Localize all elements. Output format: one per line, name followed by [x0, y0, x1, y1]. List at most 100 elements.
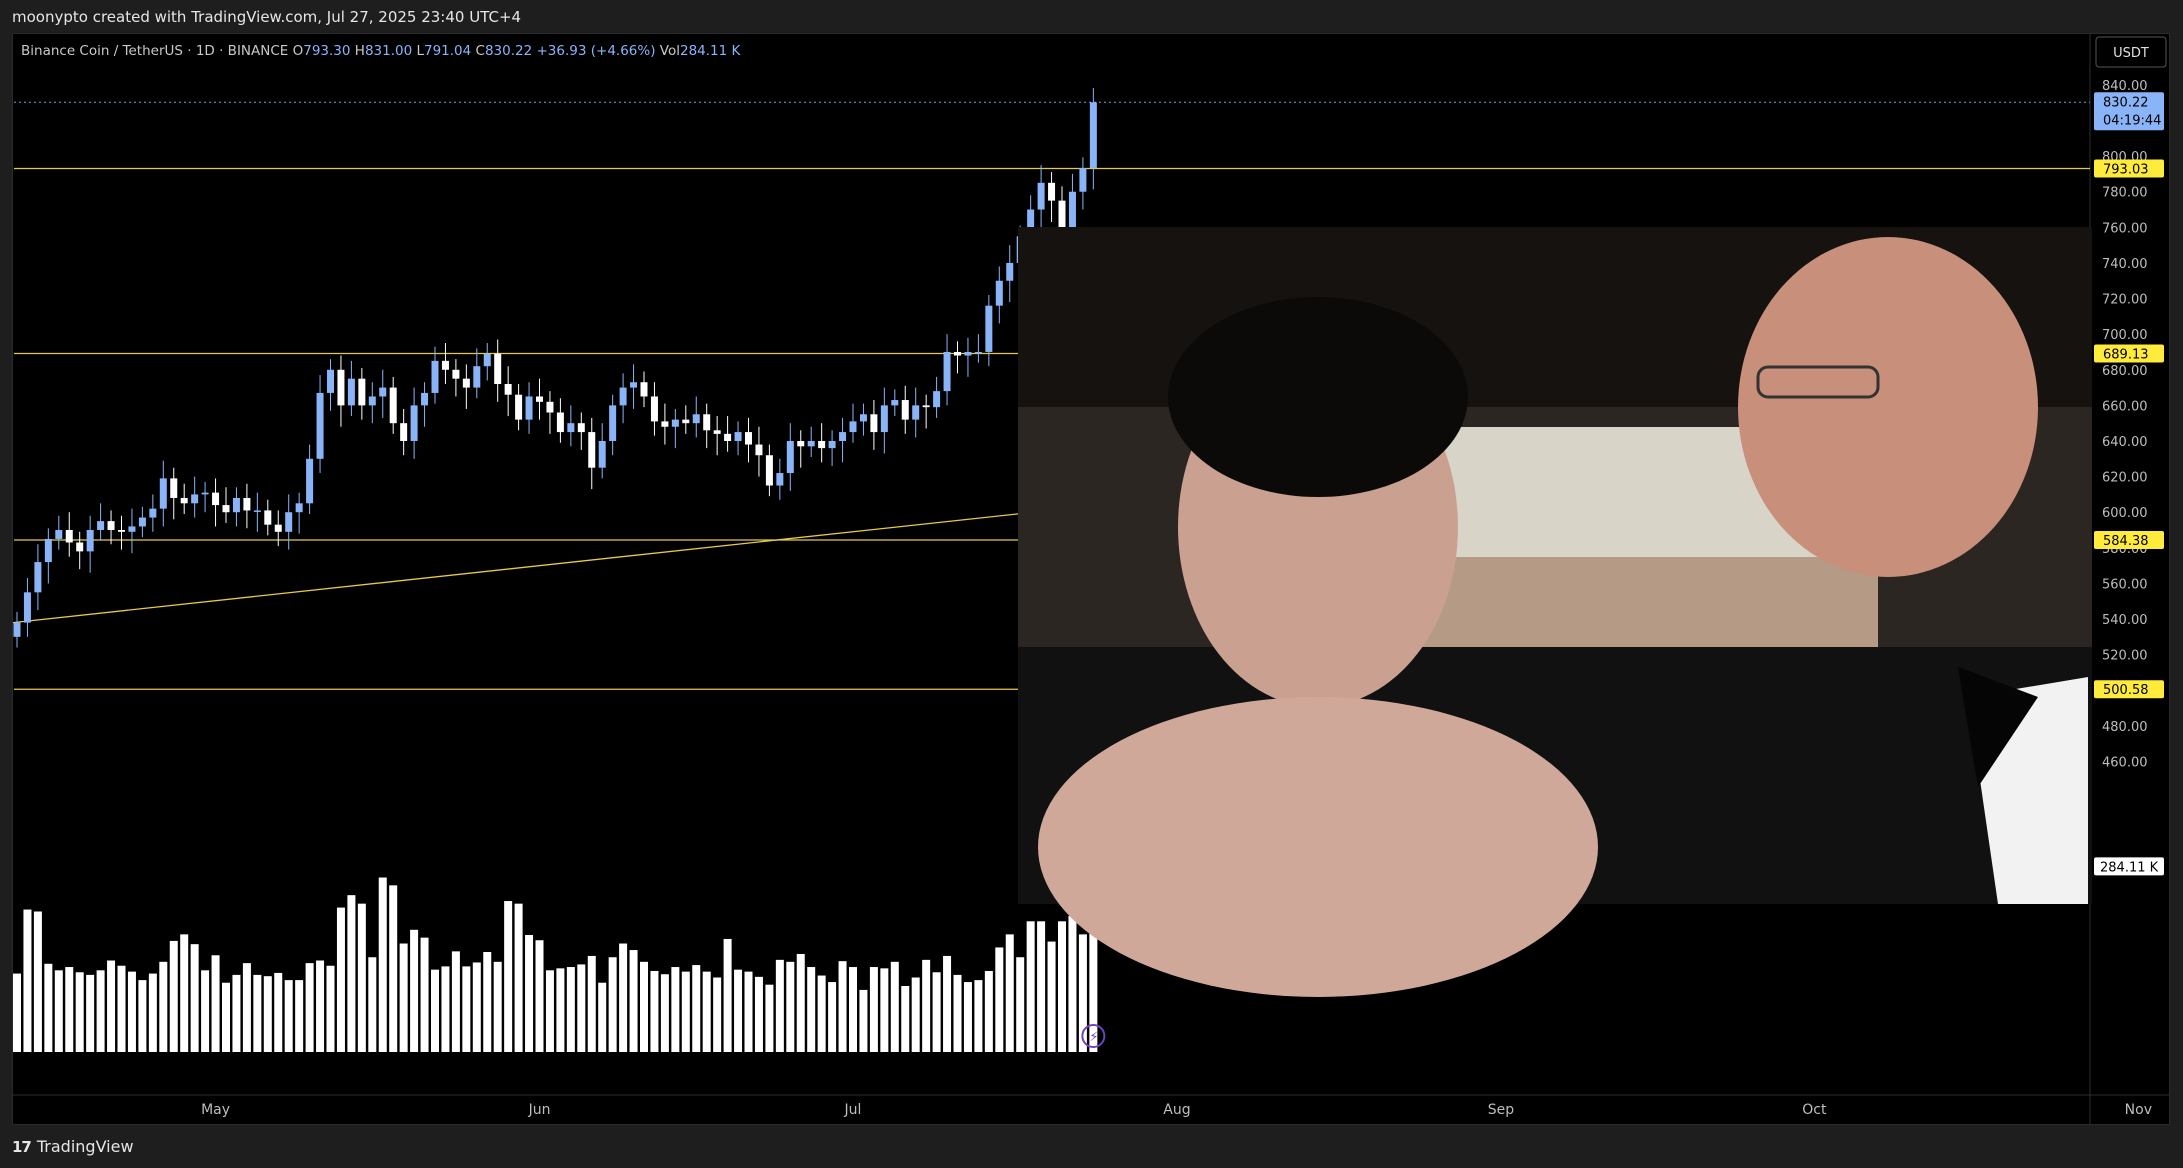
candle-body[interactable]: [232, 497, 240, 513]
candle-body[interactable]: [724, 433, 732, 441]
candle-body[interactable]: [494, 353, 502, 385]
candle-body[interactable]: [1048, 182, 1056, 201]
candle-body[interactable]: [295, 503, 303, 513]
candle-body[interactable]: [828, 440, 836, 449]
candle-body[interactable]: [588, 432, 596, 468]
candle-body[interactable]: [138, 517, 146, 527]
candle-body[interactable]: [222, 505, 230, 513]
candle-body[interactable]: [745, 432, 752, 445]
candle-body[interactable]: [776, 473, 784, 486]
candle-body[interactable]: [452, 369, 460, 379]
candle-body[interactable]: [327, 369, 334, 393]
candle-body[interactable]: [619, 387, 627, 406]
candle-body[interactable]: [713, 430, 721, 434]
candle-body[interactable]: [13, 622, 21, 637]
candle-body[interactable]: [1037, 182, 1045, 210]
candle-body[interactable]: [755, 444, 763, 456]
candle-body[interactable]: [807, 440, 815, 447]
candle-body[interactable]: [410, 405, 418, 441]
candle-body[interactable]: [849, 421, 857, 433]
candle-body[interactable]: [23, 592, 31, 623]
candle-body[interactable]: [661, 421, 669, 427]
candle-body[interactable]: [264, 510, 272, 525]
candle-body[interactable]: [567, 423, 575, 433]
candle-body[interactable]: [891, 400, 899, 406]
candle-body[interactable]: [859, 414, 867, 422]
candle-body[interactable]: [577, 423, 585, 433]
candle-body[interactable]: [692, 414, 700, 424]
candle-body[interactable]: [34, 562, 42, 593]
candle-body[interactable]: [870, 414, 878, 433]
candle-body[interactable]: [316, 392, 324, 459]
candle-body[interactable]: [922, 405, 930, 408]
candle-body[interactable]: [682, 419, 690, 424]
candle-body[interactable]: [974, 351, 982, 354]
candle-body[interactable]: [170, 478, 178, 498]
candle-body[interactable]: [253, 510, 261, 512]
candle-body[interactable]: [912, 405, 920, 420]
candle-body[interactable]: [556, 412, 564, 433]
candle-body[interactable]: [243, 497, 251, 511]
candle-body[interactable]: [201, 492, 209, 495]
candle-body[interactable]: [671, 419, 679, 427]
candle-body[interactable]: [431, 360, 439, 393]
tradingview-logo[interactable]: 17 TradingView: [12, 1137, 134, 1156]
candle-body[interactable]: [118, 530, 125, 532]
candle-body[interactable]: [734, 432, 742, 441]
candle-body[interactable]: [55, 530, 63, 539]
candle-body[interactable]: [1006, 262, 1014, 281]
candle-body[interactable]: [358, 378, 366, 406]
candle-body[interactable]: [285, 512, 293, 532]
candle-body[interactable]: [180, 497, 188, 504]
candle-body[interactable]: [483, 353, 491, 367]
candle-body[interactable]: [76, 542, 84, 552]
candle-body[interactable]: [441, 360, 449, 370]
candle-body[interactable]: [797, 440, 805, 447]
candle-body[interactable]: [839, 432, 847, 441]
candle-body[interactable]: [337, 369, 345, 406]
candle-body[interactable]: [159, 478, 167, 509]
candle-body[interactable]: [44, 538, 52, 563]
candle-body[interactable]: [149, 508, 157, 518]
candle-body[interactable]: [347, 378, 355, 406]
candle-body[interactable]: [786, 440, 794, 474]
candle-body[interactable]: [212, 492, 220, 506]
candle-body[interactable]: [765, 455, 773, 486]
candle-body[interactable]: [504, 384, 512, 395]
candle-body[interactable]: [379, 387, 387, 397]
candle-body[interactable]: [389, 387, 397, 424]
candle-body[interactable]: [650, 396, 658, 422]
candle-body[interactable]: [368, 396, 376, 406]
candle-body[interactable]: [933, 391, 941, 408]
trendline[interactable]: [12, 506, 1083, 624]
candle-body[interactable]: [306, 458, 314, 504]
candle-body[interactable]: [954, 351, 961, 356]
candle-body[interactable]: [274, 524, 282, 532]
candle-body[interactable]: [985, 305, 993, 352]
candle-body[interactable]: [86, 530, 94, 552]
candle-body[interactable]: [1079, 168, 1087, 192]
candle-body[interactable]: [995, 280, 1003, 306]
candle-body[interactable]: [421, 392, 429, 406]
candle-body[interactable]: [1058, 200, 1066, 228]
candle-body[interactable]: [515, 394, 523, 420]
candle-body[interactable]: [818, 440, 826, 449]
candle-body[interactable]: [97, 521, 105, 531]
candle-body[interactable]: [703, 414, 711, 431]
candle-body[interactable]: [901, 400, 909, 420]
candle-body[interactable]: [107, 521, 115, 531]
candle-body[interactable]: [462, 378, 470, 388]
candle-body[interactable]: [400, 423, 408, 441]
candle-body[interactable]: [943, 351, 951, 392]
candle-body[interactable]: [640, 382, 648, 397]
candle-body[interactable]: [880, 405, 888, 433]
candle-body[interactable]: [630, 382, 638, 388]
candle-body[interactable]: [65, 530, 73, 543]
candle-body[interactable]: [128, 526, 136, 532]
candle-body[interactable]: [1068, 191, 1076, 228]
chart-svg[interactable]: 460.00480.00500.00520.00540.00560.00580.…: [0, 0, 2183, 1168]
candle-body[interactable]: [546, 401, 554, 413]
candle-body[interactable]: [964, 351, 972, 356]
candle-body[interactable]: [598, 440, 606, 468]
candle-body[interactable]: [525, 396, 533, 420]
